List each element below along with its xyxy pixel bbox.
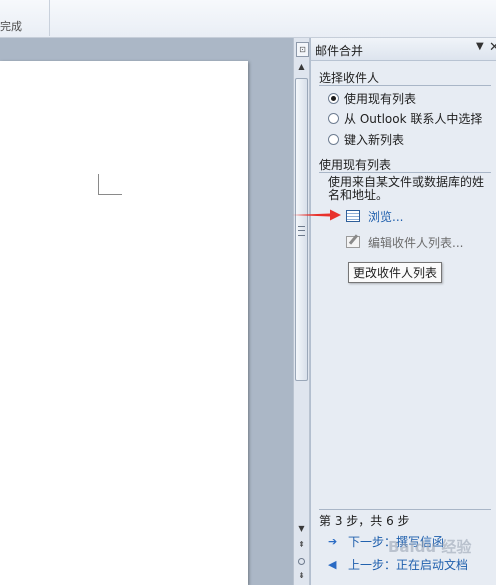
mail-merge-task-pane: 邮件合并 ▼ ✕ 选择收件人 使用现有列表 从 Outlook 联系人中选择 键… [310,38,496,585]
pane-title: 邮件合并 [315,44,364,58]
document-area [0,38,293,585]
ribbon-strip: 完成 [0,0,496,38]
previous-page-icon[interactable]: ⇞ [294,538,309,551]
divider [319,172,491,173]
document-page[interactable] [0,61,248,585]
browse-label: 浏览... [368,209,404,224]
grip-icon [298,226,305,236]
edit-list-label: 编辑收件人列表... [368,235,464,250]
watermark: Baidu 经验 [388,538,472,556]
split-icon[interactable]: ⊡ [296,42,309,57]
pane-header: 邮件合并 ▼ ✕ [311,38,496,61]
radio-label: 键入新列表 [344,132,405,147]
section-title-existing: 使用现有列表 [319,158,392,172]
ribbon-separator [49,0,50,36]
arrow-right-icon: ➔ [328,534,338,548]
radio-icon[interactable] [328,112,339,124]
scroll-thumb[interactable] [295,78,308,381]
previous-step-link[interactable]: ◀ 上一步：正在启动文档 [328,556,468,572]
radio-label: 使用现有列表 [344,91,417,106]
divider [319,509,491,510]
close-icon[interactable]: ✕ [489,40,496,55]
arrow-left-icon: ◀ [328,557,337,571]
browse-link[interactable]: 浏览... [346,208,403,224]
table-icon [346,210,360,222]
step-indicator: 第 3 步，共 6 步 [319,514,410,528]
tooltip: 更改收件人列表 [348,262,443,283]
radio-outlook[interactable]: 从 Outlook 联系人中选择 [328,110,482,126]
chevron-down-icon[interactable]: ▼ [476,41,484,52]
divider [319,85,491,86]
crop-mark [98,194,122,195]
vertical-scrollbar[interactable]: ⊡ ▲ ▼ ⇞ ⇟ [293,38,310,585]
next-page-icon[interactable]: ⇟ [294,569,309,582]
browse-object-icon[interactable] [298,558,305,565]
edit-list-icon [346,236,360,248]
previous-step-label: 上一步：正在启动文档 [348,557,469,572]
section-description: 使用来自某文件或数据库的姓名和地址。 [328,175,485,202]
edit-recipient-list-link[interactable]: 编辑收件人列表... [346,234,463,250]
ribbon-group-label: 完成 [0,20,22,33]
radio-type-new[interactable]: 键入新列表 [328,131,404,147]
radio-icon[interactable] [328,92,339,104]
radio-use-existing[interactable]: 使用现有列表 [328,90,416,106]
radio-icon[interactable] [328,133,339,145]
crop-mark [98,174,99,195]
section-title-select: 选择收件人 [319,71,380,85]
red-pointer-arrow [292,209,341,221]
scroll-down-icon[interactable]: ▼ [294,522,309,536]
scroll-up-icon[interactable]: ▲ [294,60,309,74]
radio-label: 从 Outlook 联系人中选择 [344,111,483,126]
